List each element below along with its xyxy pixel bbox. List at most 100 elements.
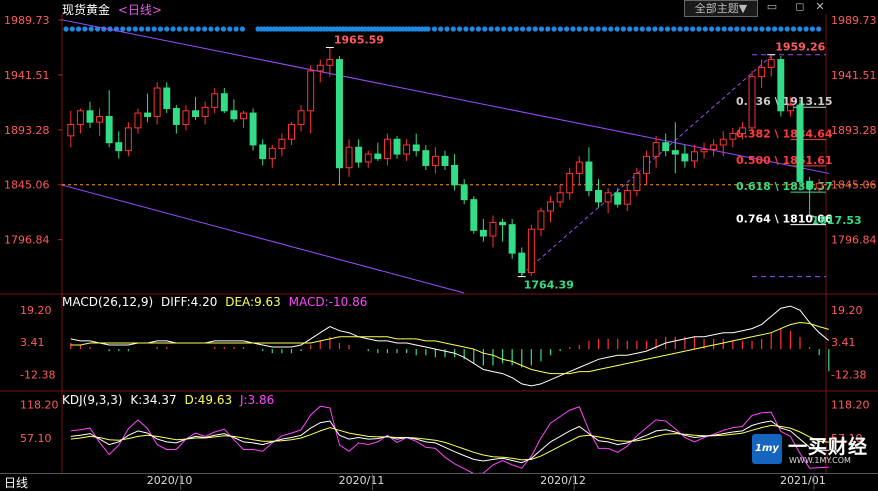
event-marker-dot bbox=[195, 26, 201, 32]
event-marker-dot bbox=[268, 26, 274, 32]
event-marker-dot bbox=[76, 26, 82, 32]
candle-down bbox=[518, 252, 526, 274]
event-marker-dot bbox=[220, 26, 227, 32]
candle-up bbox=[489, 221, 497, 237]
event-marker-dot bbox=[412, 26, 419, 32]
event-marker-dot bbox=[88, 26, 94, 32]
extreme-label: 1965.59 bbox=[334, 33, 384, 46]
event-marker-dot bbox=[513, 26, 519, 32]
fib-level-label: 0.382 \ 1884.64 bbox=[736, 128, 833, 141]
event-marker-dot bbox=[803, 26, 809, 32]
gold-chart[interactable]: 1989.73 1989.73 1941.51 1941.51 1893.28 1893.… bbox=[0, 0, 878, 490]
event-marker-dot bbox=[778, 26, 784, 32]
event-marker-dot bbox=[299, 26, 305, 32]
candle-up bbox=[403, 144, 411, 155]
kdj-title: KDJ(9,3,3) K:34.37 D:49.63 J:3.86 bbox=[62, 393, 278, 407]
candle-down bbox=[585, 161, 593, 192]
event-marker-dot bbox=[239, 26, 245, 32]
event-marker-dot bbox=[164, 26, 170, 32]
kdj-name: KDJ(9,3,3) bbox=[62, 393, 123, 407]
event-marker-dot bbox=[255, 26, 261, 32]
candle-down bbox=[220, 93, 228, 112]
candle-up bbox=[729, 133, 737, 140]
candle-up bbox=[96, 115, 104, 123]
price-tick-label: 1941.51 bbox=[831, 69, 877, 82]
candle-down bbox=[86, 110, 94, 123]
event-marker-dot bbox=[664, 26, 671, 32]
candle-up bbox=[383, 138, 391, 160]
event-marker-dot bbox=[318, 26, 324, 32]
event-marker-dot bbox=[387, 26, 393, 32]
candle-down bbox=[115, 142, 123, 152]
candle-up bbox=[633, 172, 641, 192]
event-marker-dot bbox=[419, 26, 425, 32]
candle-up bbox=[700, 149, 708, 153]
candle-down bbox=[614, 192, 622, 205]
dea-line bbox=[70, 321, 829, 375]
event-marker-dot bbox=[702, 26, 708, 32]
event-marker-dot bbox=[790, 26, 797, 32]
event-marker-dot bbox=[595, 26, 601, 32]
candle-up bbox=[326, 59, 334, 66]
kdj-tick-label: 57.10 bbox=[20, 432, 52, 445]
event-marker-dot bbox=[463, 26, 469, 32]
event-marker-dot bbox=[475, 26, 482, 32]
event-marker-dot bbox=[727, 26, 734, 32]
candle-down bbox=[681, 153, 689, 162]
event-marker-dot bbox=[362, 26, 368, 32]
event-marker-dot bbox=[715, 26, 721, 32]
k-value: K:34.37 bbox=[130, 393, 177, 407]
candle-up bbox=[738, 127, 746, 135]
macd-tick-label: 19.20 bbox=[20, 304, 52, 317]
price-tick-label: 1941.51 bbox=[4, 69, 50, 82]
event-marker-dot bbox=[368, 26, 374, 32]
event-marker-dot bbox=[132, 26, 138, 32]
event-marker-dot bbox=[305, 26, 311, 32]
macd-tick-label: 19.20 bbox=[831, 304, 863, 317]
event-marker-dot bbox=[431, 26, 437, 32]
event-marker-dot bbox=[709, 26, 715, 32]
event-marker-dot bbox=[759, 26, 765, 32]
candle-down bbox=[412, 144, 420, 152]
event-marker-dot bbox=[501, 26, 507, 32]
candle-up bbox=[767, 59, 775, 69]
event-marker-dot bbox=[469, 26, 475, 32]
event-marker-dot bbox=[63, 26, 69, 32]
candle-up bbox=[76, 110, 84, 125]
channel-lower-line bbox=[61, 184, 465, 294]
extreme-label: 1764.39 bbox=[524, 279, 574, 292]
candle-down bbox=[499, 221, 507, 226]
logo-icon: 1my bbox=[752, 434, 782, 464]
event-marker-dot bbox=[444, 26, 450, 32]
candle-up bbox=[575, 161, 583, 174]
event-marker-dot bbox=[261, 26, 267, 32]
event-marker-dot bbox=[356, 26, 362, 32]
event-marker-dot bbox=[683, 26, 690, 32]
event-marker-dot bbox=[208, 26, 214, 32]
candle-up bbox=[316, 64, 324, 72]
price-tick-label: 1989.73 bbox=[4, 14, 50, 27]
event-marker-dot bbox=[151, 26, 157, 32]
candle-up bbox=[719, 138, 727, 146]
event-marker-dot bbox=[646, 26, 652, 32]
candle-up bbox=[364, 153, 372, 163]
event-marker-dot bbox=[551, 26, 557, 32]
period-label[interactable]: 日线 bbox=[4, 474, 28, 491]
candle-up bbox=[815, 183, 823, 189]
event-marker-dot bbox=[457, 26, 463, 32]
event-marker-dot bbox=[570, 26, 576, 32]
candle-up bbox=[182, 110, 190, 125]
candle-down bbox=[671, 150, 679, 155]
candle-up bbox=[211, 93, 219, 108]
event-marker-dot bbox=[507, 26, 513, 32]
candle-up bbox=[297, 110, 305, 125]
event-marker-dot bbox=[214, 26, 220, 32]
event-marker-dot bbox=[721, 26, 727, 32]
extreme-label: 1817.53 bbox=[812, 214, 862, 227]
event-marker-dot bbox=[816, 26, 822, 32]
event-marker-dot bbox=[690, 26, 696, 32]
event-marker-dot bbox=[157, 26, 164, 32]
logo-url: WWW.1MY.COM bbox=[789, 456, 851, 465]
candle-up bbox=[537, 210, 545, 230]
event-marker-dot bbox=[176, 26, 182, 32]
